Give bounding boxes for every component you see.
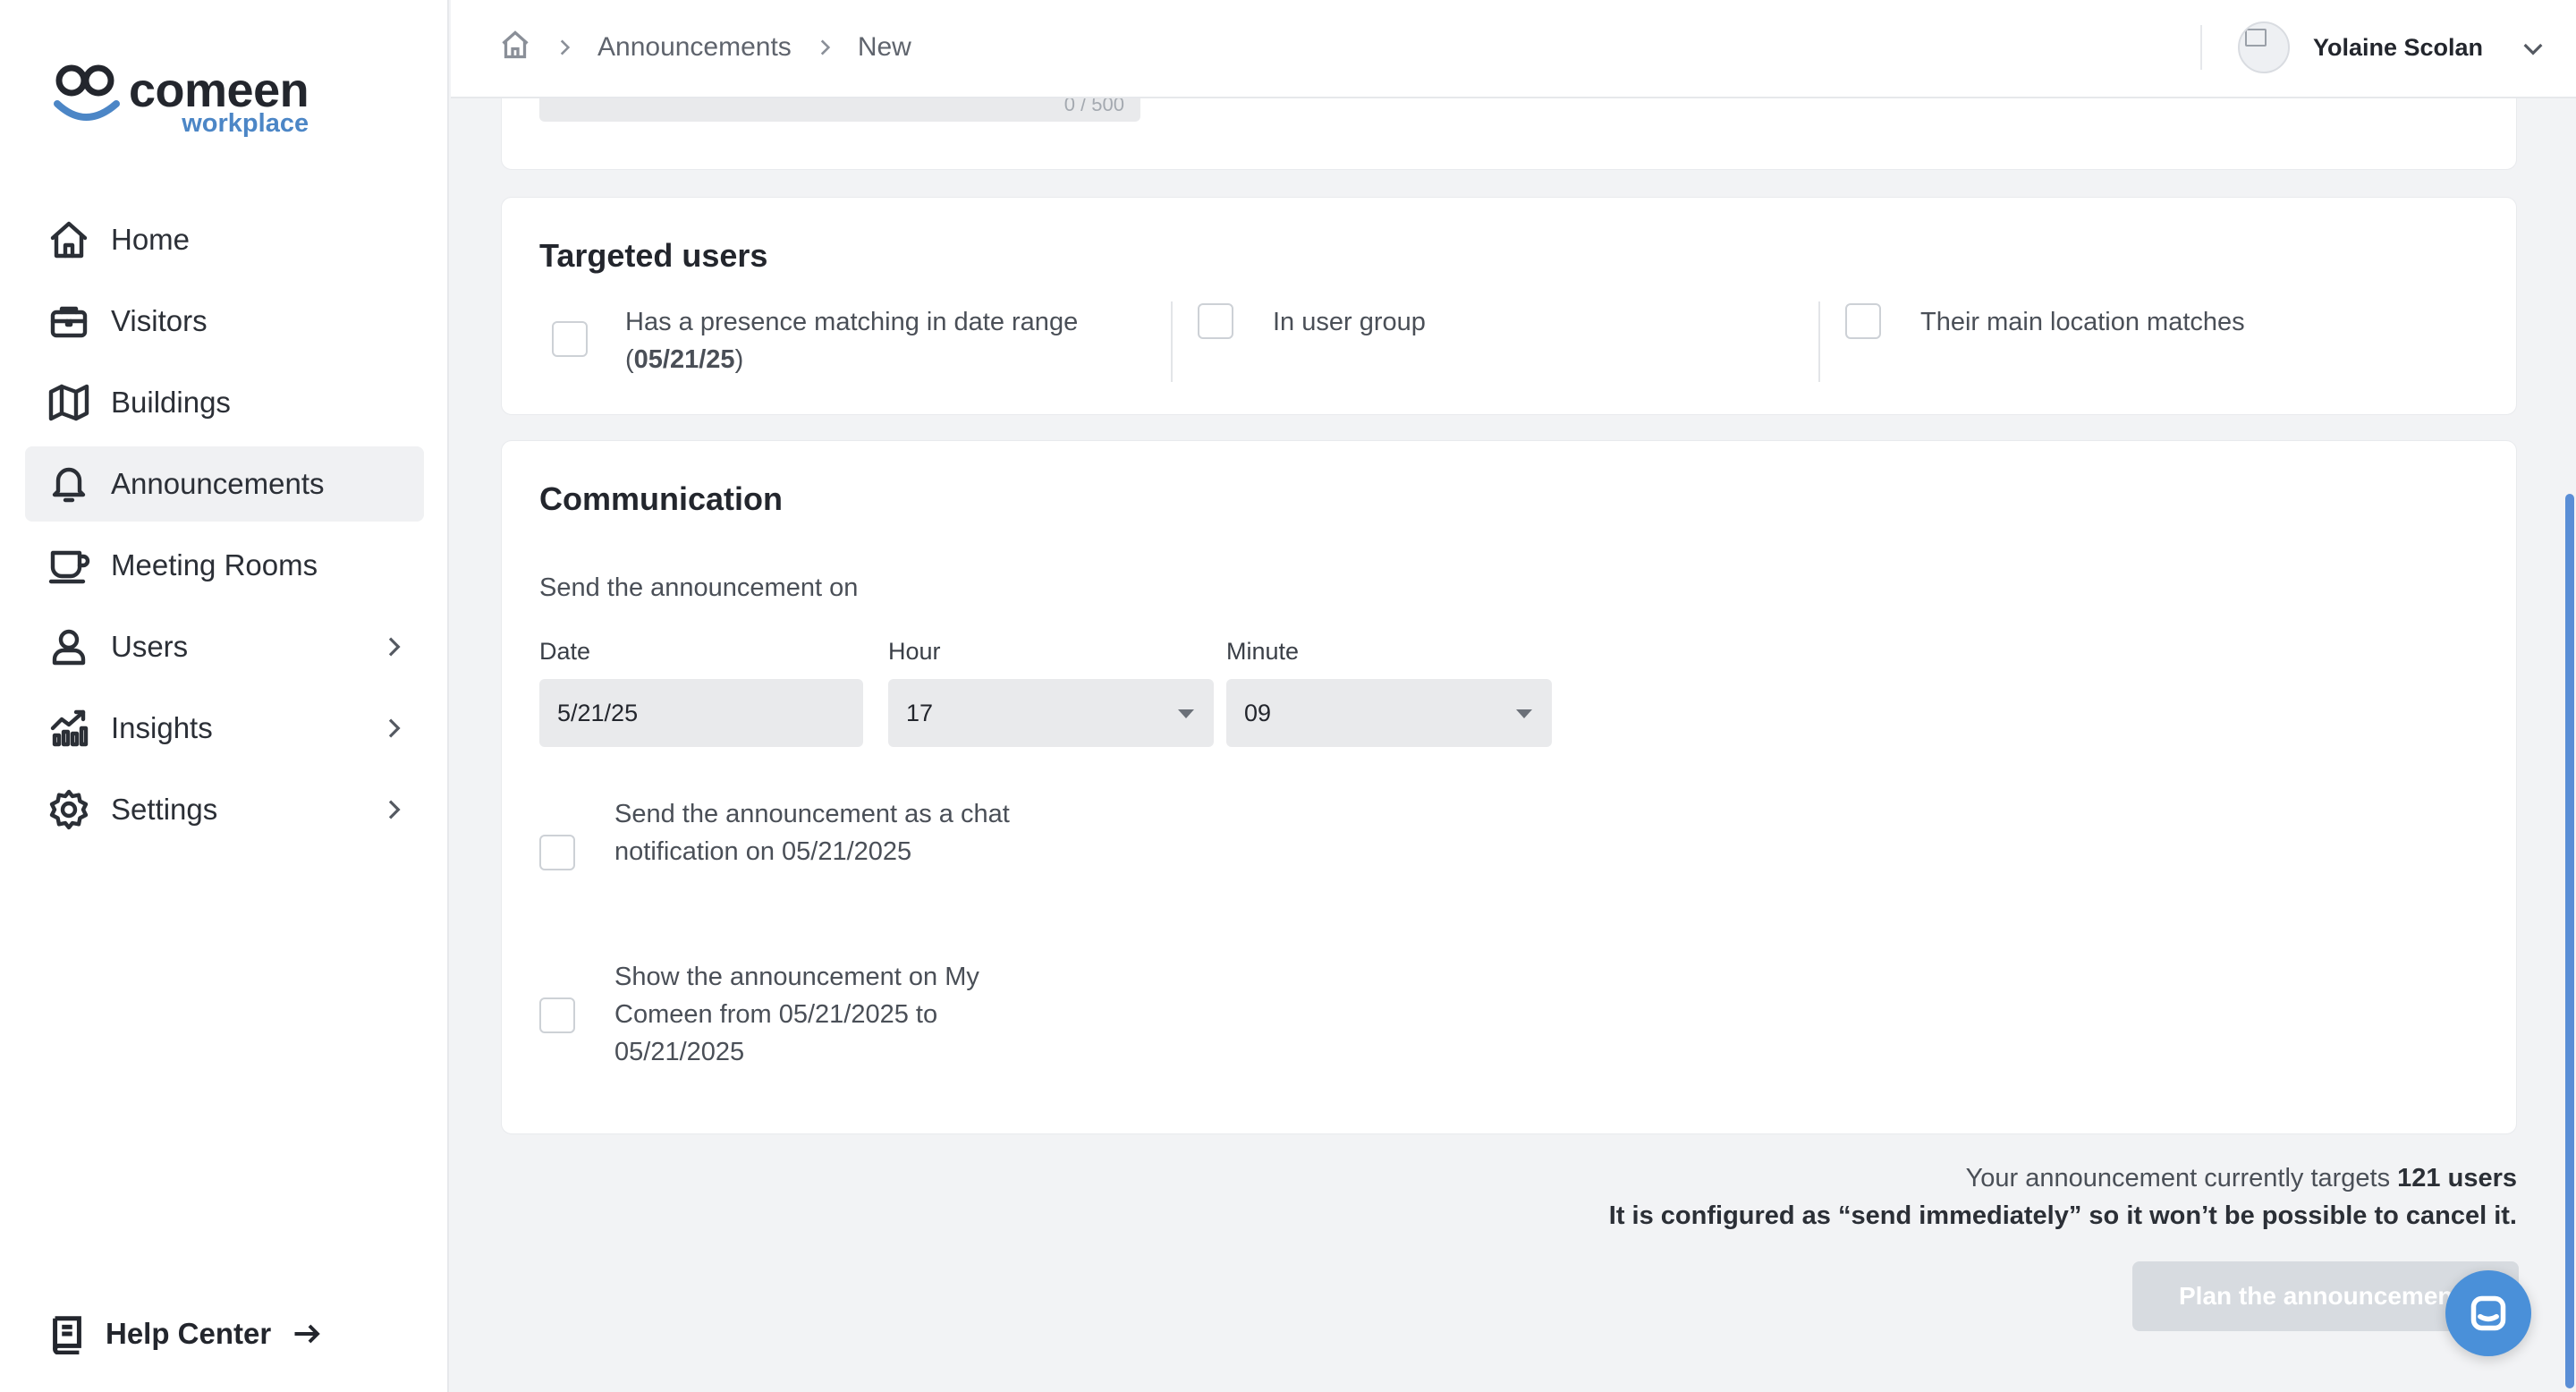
presence-date: 05/21/25 [633,345,735,374]
chat-notification-checkbox[interactable] [539,835,575,870]
nav-item-settings[interactable]: Settings [25,772,424,847]
presence-option-label: Has a presence matching in date range (0… [625,308,1079,374]
nav-label: Meeting Rooms [111,548,318,581]
main-location-option-label: Their main location matches [1920,308,2245,336]
nav-label: Home [111,223,191,256]
user-group-checkbox[interactable] [1198,303,1233,339]
date-input[interactable]: 5/21/25 [539,679,863,747]
send-on-label: Send the announcement on [539,573,859,602]
logo-mark-icon [54,64,120,121]
gear-icon [47,787,91,832]
user-group-option-label: In user group [1273,308,1426,336]
targeted-users-title: Targeted users [539,237,768,274]
briefcase-icon [47,299,91,344]
targets-count: 121 users [2397,1164,2517,1193]
chart-icon [47,706,91,751]
sidebar: comeen workplace Home Visitors Buildings [0,0,449,1392]
target-summary: Your announcement currently targets 121 … [1609,1159,2517,1235]
user-menu[interactable]: Yolaine Scolan [2200,21,2576,73]
bell-icon [47,462,91,506]
communication-card: Communication Send the announcement on D… [501,440,2517,1134]
comeen-logo[interactable]: comeen workplace [52,59,309,137]
page-scrollbar[interactable] [2565,494,2574,1388]
send-immediately-warning: It is configured as “send immediately” s… [1608,1201,2517,1230]
breadcrumb-home-icon[interactable] [499,29,531,65]
nav-item-buildings[interactable]: Buildings [25,365,424,440]
map-icon [47,380,91,425]
cup-icon [47,543,91,588]
nav-item-users[interactable]: Users [25,609,424,684]
nav-item-home[interactable]: Home [25,202,424,277]
user-icon [47,624,91,669]
hour-value: 17 [906,700,934,726]
option-divider [1818,301,1820,382]
chevron-right-icon [813,36,836,59]
targets-prefix: Your announcement currently targets [1965,1164,2398,1193]
my-comeen-checkbox[interactable] [539,997,575,1033]
nav-label: Buildings [111,386,231,419]
breadcrumb-announcements[interactable]: Announcements [597,32,792,63]
minute-value: 09 [1244,700,1272,726]
breadcrumb-new: New [857,31,911,62]
nav-item-visitors[interactable]: Visitors [25,284,424,359]
nav-item-meeting-rooms[interactable]: Meeting Rooms [25,528,424,603]
chevron-right-icon [379,795,408,824]
main-nav: Home Visitors Buildings Announcements Me… [25,202,424,853]
caret-down-icon [1516,709,1532,718]
my-comeen-label: Show the announcement on My Comeen from … [614,963,979,1066]
caret-down-icon [1178,709,1194,718]
help-center-label: Help Center [106,1317,272,1350]
chevron-right-icon [379,714,408,743]
nav-label: Settings [111,793,218,826]
nav-label: Visitors [111,304,208,337]
avatar [2238,21,2290,73]
date-label: Date [539,638,591,665]
logo-text: comeen [129,64,309,117]
nav-item-insights[interactable]: Insights [25,691,424,766]
chevron-right-icon [379,632,408,661]
hour-select[interactable]: 17 [888,679,1214,747]
nav-item-announcements[interactable]: Announcements [25,446,424,522]
top-bar: Announcements New Yolaine Scolan [451,0,2576,98]
communication-title: Communication [539,480,784,517]
user-name: Yolaine Scolan [2313,34,2484,61]
chevron-down-icon [2519,34,2547,63]
book-icon [53,1316,81,1354]
chat-notification-label: Send the announcement as a chat notifica… [614,800,1010,866]
targeted-users-card: Targeted users Has a presence matching i… [501,197,2517,415]
nav-label: Users [111,630,189,663]
main-location-checkbox[interactable] [1845,303,1881,339]
minute-select[interactable]: 09 [1226,679,1552,747]
hour-label: Hour [888,638,941,665]
arrow-right-icon [294,1324,320,1344]
minute-label: Minute [1226,638,1300,665]
presence-checkbox[interactable] [552,321,588,357]
chat-support-button[interactable] [2445,1270,2531,1356]
nav-label: Insights [111,711,213,744]
help-center-link[interactable]: Help Center [47,1313,323,1354]
option-divider [1171,301,1173,382]
home-icon [47,217,91,262]
chat-icon [2470,1295,2506,1331]
breadcrumb: Announcements New [499,29,911,65]
chevron-right-icon [553,36,576,59]
nav-label: Announcements [111,467,325,500]
